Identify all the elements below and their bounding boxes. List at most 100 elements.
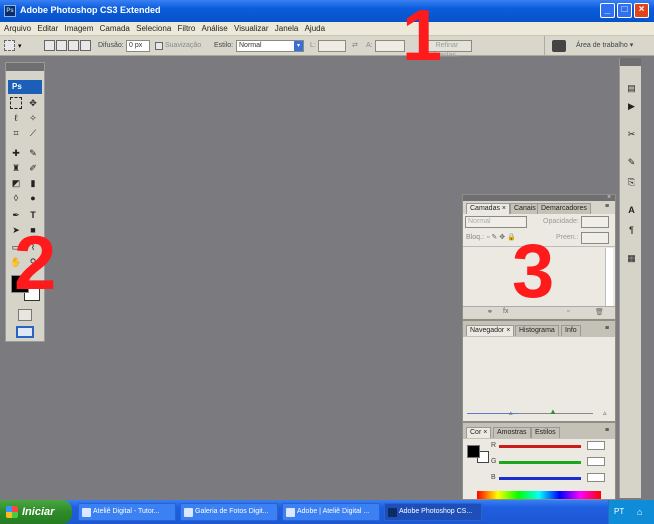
crop-icon[interactable]: ⌗	[10, 127, 22, 139]
link-layers-icon[interactable]: ⚭	[487, 308, 493, 316]
close-icon[interactable]: ×	[607, 194, 611, 201]
dock-header[interactable]	[620, 58, 642, 66]
zoom-in-icon[interactable]: ▵	[603, 409, 607, 417]
character-icon[interactable]: A	[626, 204, 637, 216]
menu-camada[interactable]: Camada	[100, 22, 130, 35]
marquee-icon[interactable]	[10, 97, 22, 109]
toolbox-header[interactable]	[6, 63, 44, 71]
menu-janela[interactable]: Janela	[275, 22, 299, 35]
foreground-swatch[interactable]	[467, 445, 480, 458]
taskbar-item-active[interactable]: Adobe Photoshop CS...	[384, 503, 482, 521]
add-selection-icon[interactable]	[56, 40, 67, 51]
history-icon[interactable]: ▤	[626, 82, 637, 94]
color-ramp[interactable]	[477, 491, 601, 499]
tab-canais[interactable]: Canais	[510, 203, 540, 214]
swap-icon[interactable]: ⇄	[352, 41, 358, 51]
close-icon[interactable]: ×	[634, 3, 649, 18]
menu-editar[interactable]: Editar	[37, 22, 58, 35]
red-slider-track[interactable]	[499, 445, 581, 448]
divider	[544, 36, 545, 56]
layer-style-icon[interactable]: fx	[503, 308, 508, 315]
layer-comps-icon[interactable]: ▦	[626, 252, 637, 264]
subtract-selection-icon[interactable]	[68, 40, 79, 51]
healing-icon[interactable]: ✚	[10, 147, 22, 159]
photoshop-app-icon[interactable]: Ps	[4, 5, 16, 17]
tab-info[interactable]: Info	[561, 325, 581, 336]
menu-analise[interactable]: Análise	[202, 22, 228, 35]
bridge-icon[interactable]	[552, 40, 566, 52]
intersect-selection-icon[interactable]	[80, 40, 91, 51]
panel-menu-icon[interactable]: ≡	[605, 203, 609, 210]
quick-mask-icon[interactable]	[18, 309, 32, 321]
tab-histograma[interactable]: Histograma	[515, 325, 559, 336]
fill-input[interactable]	[581, 232, 609, 244]
feather-input[interactable]: 0 px	[126, 40, 150, 52]
zoom-out-icon[interactable]: ▵	[509, 409, 513, 417]
stamp-icon[interactable]: ♜	[10, 162, 22, 174]
taskbar-item[interactable]: Adobe | Ateliê Digital ...	[282, 503, 380, 521]
menu-seleciona[interactable]: Seleciona	[136, 22, 171, 35]
history-brush-icon[interactable]: ✐	[27, 162, 39, 174]
menu-arquivo[interactable]: Arquivo	[4, 22, 31, 35]
blend-mode-select[interactable]: Normal	[465, 216, 527, 228]
eraser-icon[interactable]: ◩	[10, 177, 22, 189]
taskbar-item[interactable]: Ateliê Digital - Tutor...	[78, 503, 176, 521]
tab-camadas[interactable]: Camadas ×	[466, 203, 511, 214]
new-layer-icon[interactable]: ▫	[567, 308, 569, 315]
new-selection-icon[interactable]	[44, 40, 55, 51]
brushes-icon[interactable]: ✎	[626, 156, 637, 168]
taskbar-item[interactable]: Galeria de Fotos Digit...	[180, 503, 278, 521]
pen-icon[interactable]: ✒	[10, 209, 22, 221]
chevron-down-icon[interactable]: ▾	[18, 42, 22, 50]
panel-menu-icon[interactable]: ≡	[605, 325, 609, 332]
blue-value-input[interactable]	[587, 473, 605, 482]
tab-amostras[interactable]: Amostras	[493, 427, 531, 438]
green-slider-track[interactable]	[499, 461, 581, 464]
start-button[interactable]: Iniciar	[0, 500, 72, 524]
tab-estilos[interactable]: Estilos	[531, 427, 560, 438]
workspace-menu[interactable]: Área de trabalho ▾	[576, 41, 633, 51]
chevron-down-icon[interactable]: ▾	[294, 41, 303, 51]
paragraph-icon[interactable]: ¶	[626, 224, 637, 236]
height-input[interactable]	[375, 40, 405, 52]
red-value-input[interactable]	[587, 441, 605, 450]
gradient-icon[interactable]: ▮	[27, 177, 39, 189]
menu-imagem[interactable]: Imagem	[65, 22, 94, 35]
tab-cor[interactable]: Cor ×	[466, 427, 492, 438]
layers-scrollbar[interactable]	[605, 248, 613, 306]
blur-icon[interactable]: ◊	[10, 192, 22, 204]
tab-navegador[interactable]: Navegador ×	[466, 325, 515, 336]
type-icon[interactable]: T	[27, 209, 39, 221]
move-icon[interactable]: ✥	[27, 97, 39, 109]
screen-mode-icon[interactable]	[16, 326, 34, 338]
clone-source-icon[interactable]: ⎘	[626, 176, 637, 188]
lasso-icon[interactable]: ℓ	[10, 112, 22, 124]
dodge-icon[interactable]: ●	[27, 192, 39, 204]
opacity-input[interactable]	[581, 216, 609, 228]
tool-presets-icon[interactable]: ✂	[626, 128, 637, 140]
magic-wand-icon[interactable]: ✧	[27, 112, 39, 124]
menu-ajuda[interactable]: Ajuda	[305, 22, 325, 35]
menu-filtro[interactable]: Filtro	[178, 22, 196, 35]
actions-icon[interactable]: ▶	[626, 100, 637, 112]
blue-slider-track[interactable]	[499, 477, 581, 480]
delete-layer-icon[interactable]: 🗑	[595, 308, 604, 316]
style-select[interactable]: Normal ▾	[236, 40, 304, 52]
antialias-checkbox[interactable]	[155, 42, 163, 50]
brush-icon[interactable]: ✎	[27, 147, 39, 159]
tab-demarcadores[interactable]: Demarcadores	[537, 203, 591, 214]
width-input[interactable]	[318, 40, 346, 52]
slice-icon[interactable]: ⟋	[27, 127, 39, 139]
panel-menu-icon[interactable]: ≡	[605, 427, 609, 434]
zoom-slider-thumb[interactable]: ▲	[549, 407, 557, 416]
tray-network-icon[interactable]: ⌂	[637, 500, 642, 524]
taskbar: Iniciar Ateliê Digital - Tutor... Galeri…	[0, 500, 654, 524]
green-value-input[interactable]	[587, 457, 605, 466]
menu-visualizar[interactable]: Visualizar	[234, 22, 269, 35]
minimize-icon[interactable]: _	[600, 3, 615, 18]
zoom-level-line	[467, 413, 527, 414]
ps-logo[interactable]: Ps	[8, 80, 42, 94]
language-indicator[interactable]: PT	[614, 507, 624, 516]
marquee-preset-icon[interactable]	[4, 40, 15, 51]
maximize-icon[interactable]: □	[617, 3, 632, 18]
